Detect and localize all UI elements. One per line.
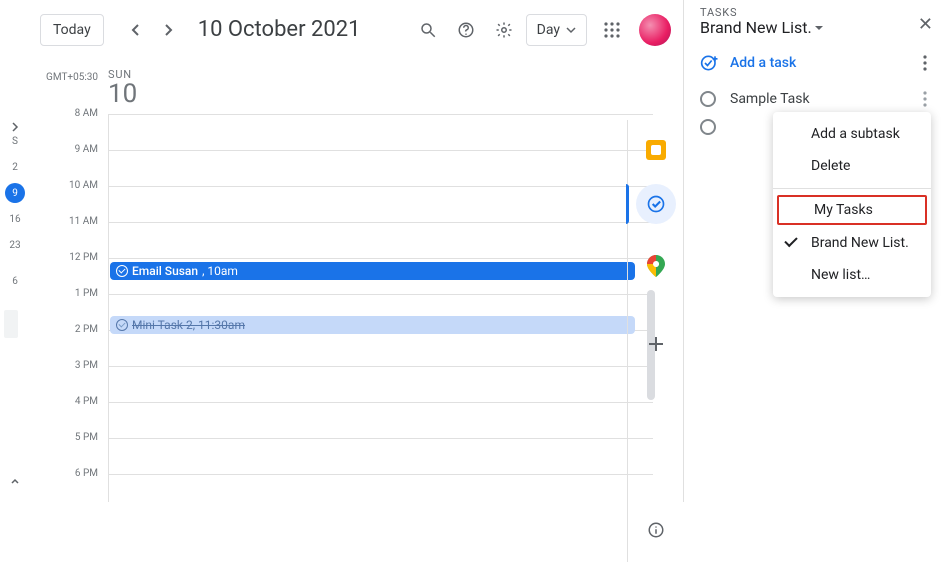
- mini-day[interactable]: 6: [0, 268, 30, 294]
- menu-delete[interactable]: Delete: [773, 150, 931, 182]
- mini-day[interactable]: 2: [0, 154, 30, 180]
- task-row[interactable]: Sample Task: [684, 85, 943, 113]
- keep-app-icon[interactable]: [636, 130, 676, 170]
- event-title: Mini Task 2, 11:30am: [132, 318, 245, 332]
- mini-day[interactable]: 16: [0, 206, 30, 232]
- collapse-sidebar-icon[interactable]: [4, 470, 26, 492]
- menu-add-subtask[interactable]: Add a subtask: [773, 118, 931, 150]
- task-check-icon: [116, 319, 128, 331]
- search-icon[interactable]: [412, 14, 444, 46]
- day-header: SUN 10: [30, 60, 683, 117]
- expand-sidebar-icon[interactable]: [4, 116, 26, 138]
- tasks-app-icon[interactable]: [636, 184, 676, 224]
- settings-icon[interactable]: [488, 14, 520, 46]
- task-context-menu: Add a subtask Delete My Tasks Brand New …: [773, 112, 931, 297]
- hour-label: 6 PM: [30, 468, 98, 479]
- mini-day-selected[interactable]: 9: [5, 183, 25, 203]
- help-icon[interactable]: [450, 14, 482, 46]
- prev-day-button[interactable]: [120, 14, 152, 46]
- tasks-list-name: Brand New List.: [700, 18, 812, 37]
- calendar-header: Today 10 October 2021 Day: [0, 0, 683, 60]
- add-task-icon: [700, 53, 720, 73]
- today-button[interactable]: Today: [40, 14, 104, 46]
- hour-label: 12 PM: [30, 252, 98, 263]
- add-app-icon[interactable]: [636, 324, 676, 364]
- add-task-button[interactable]: Add a task: [730, 55, 796, 71]
- menu-current-list[interactable]: Brand New List.: [773, 227, 931, 259]
- info-icon[interactable]: [636, 510, 676, 550]
- chevron-down-icon: [814, 23, 824, 33]
- timezone-label: GMT+05:30: [30, 72, 98, 83]
- hour-label: 3 PM: [30, 360, 98, 371]
- task-check-icon: [116, 265, 128, 277]
- hour-label: 2 PM: [30, 324, 98, 335]
- apps-icon[interactable]: [603, 21, 621, 39]
- view-label: Day: [537, 22, 560, 38]
- close-tasks-icon[interactable]: ✕: [918, 14, 933, 35]
- mini-calendar-rail: S 2 9 16 23 6: [0, 60, 30, 502]
- event-mini-task-2[interactable]: Mini Task 2, 11:30am: [110, 316, 635, 334]
- event-time: , 10am: [202, 264, 238, 278]
- day-number: 10: [108, 79, 683, 109]
- event-title: Email Susan: [132, 264, 198, 278]
- event-email-susan[interactable]: Email Susan , 10am: [110, 262, 635, 280]
- hour-grid: 8 AM 9 AM 10 AM 11 AM 12 PM 1 PM 2 PM 3 …: [30, 114, 683, 502]
- view-selector[interactable]: Day: [526, 14, 587, 46]
- menu-new-list[interactable]: New list…: [773, 259, 931, 291]
- hour-label: 1 PM: [30, 288, 98, 299]
- hour-label: 10 AM: [30, 180, 98, 191]
- hour-label: 11 AM: [30, 216, 98, 227]
- mini-block: [4, 310, 18, 338]
- menu-my-tasks[interactable]: My Tasks: [777, 195, 927, 225]
- side-panel-rail: [627, 120, 683, 562]
- mini-day[interactable]: 23: [0, 232, 30, 258]
- hour-label: 4 PM: [30, 396, 98, 407]
- task-more-icon[interactable]: [923, 91, 927, 107]
- next-day-button[interactable]: [152, 14, 184, 46]
- maps-app-icon[interactable]: [636, 246, 676, 286]
- hour-label: 8 AM: [30, 108, 98, 119]
- account-avatar[interactable]: [639, 14, 671, 46]
- task-title: Sample Task: [730, 91, 810, 107]
- task-complete-toggle[interactable]: [700, 119, 716, 135]
- hour-label: 9 AM: [30, 144, 98, 155]
- menu-separator: [773, 188, 931, 189]
- task-complete-toggle[interactable]: [700, 91, 716, 107]
- tasks-list-more-icon[interactable]: [923, 55, 927, 71]
- tasks-list-selector[interactable]: Brand New List.: [700, 18, 927, 37]
- day-grid: GMT+05:30 SUN 10 8 AM 9 AM 10 AM 11 AM 1…: [30, 60, 683, 502]
- hour-label: 5 PM: [30, 432, 98, 443]
- date-title: 10 October 2021: [198, 17, 361, 42]
- chevron-down-icon: [566, 25, 576, 35]
